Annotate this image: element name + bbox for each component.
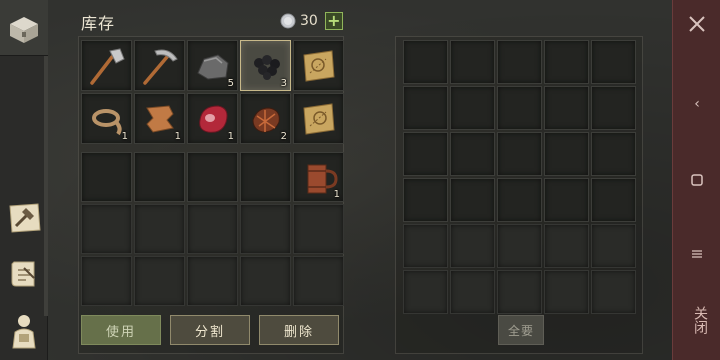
container-slot[interactable] [591,40,636,84]
inventory-slot[interactable] [81,40,132,91]
inventory-slot-empty[interactable] [293,204,344,254]
home-square-icon[interactable] [689,172,705,188]
inventory-slot[interactable]: 1 [293,152,344,202]
container-slot[interactable] [450,132,495,176]
inventory-slot[interactable]: 1 [81,93,132,144]
close-label[interactable]: 关闭 [685,306,709,334]
inventory-slot-empty[interactable] [134,152,185,202]
inventory-slot[interactable] [293,40,344,91]
container-slot[interactable] [450,40,495,84]
container-slot[interactable] [497,40,542,84]
container-slot[interactable] [544,178,589,222]
close-icon[interactable] [687,14,707,34]
container-slot[interactable] [403,270,448,314]
container-slot[interactable] [497,178,542,222]
item-count: 3 [280,78,287,89]
inventory-slot-empty[interactable] [81,204,132,254]
quest-scroll-icon[interactable] [4,254,44,294]
inventory-slot[interactable]: 1 [187,93,238,144]
container-slot[interactable] [591,224,636,268]
menu-icon[interactable] [689,246,705,262]
left-rail [0,0,48,360]
container-slot[interactable] [544,40,589,84]
tab-inventory[interactable] [0,0,48,56]
container-slot[interactable] [591,178,636,222]
crafting-map-icon[interactable] [4,198,44,238]
inventory-grid: 5 3 1 1 1 2 [81,40,344,144]
inventory-slot-empty[interactable] [240,152,291,202]
item-count: 1 [121,131,128,142]
container-slot[interactable] [403,224,448,268]
container-grid [403,40,636,314]
inventory-slot-empty[interactable] [134,256,185,306]
container-slot[interactable] [403,86,448,130]
take-all-button[interactable]: 全要 [498,315,544,345]
item-count: 2 [280,131,287,142]
container-slot[interactable] [497,224,542,268]
container-slot[interactable] [450,224,495,268]
container-slot[interactable] [591,132,636,176]
treasure-map-icon [303,50,335,82]
inventory-slot-empty[interactable] [187,204,238,254]
inventory-slot-empty[interactable] [293,256,344,306]
inventory-slot-empty[interactable] [81,256,132,306]
add-currency-button[interactable]: + [324,12,343,30]
container-slot[interactable] [544,224,589,268]
delete-button[interactable]: 删除 [259,315,339,345]
inventory-slot-empty[interactable] [240,256,291,306]
container-slot[interactable] [544,86,589,130]
rail-divider [44,56,48,316]
container-slot[interactable] [450,86,495,130]
container-slot[interactable] [591,86,636,130]
currency-display: 30 + [280,11,343,31]
container-slot[interactable] [403,40,448,84]
inventory-slot-empty[interactable] [240,204,291,254]
split-button[interactable]: 分割 [170,315,250,345]
pickaxe-icon [143,49,178,85]
inventory-slot[interactable]: 5 [187,40,238,91]
container-slot[interactable] [403,132,448,176]
item-count: 5 [227,78,234,89]
container-slot[interactable] [450,270,495,314]
item-count: 1 [174,131,181,142]
container-slot[interactable] [450,178,495,222]
inventory-slot-empty[interactable] [81,152,132,202]
currency-amount: 30 [300,13,318,29]
inventory-slot-empty[interactable] [134,204,185,254]
item-count: 1 [227,131,234,142]
treasure-map-icon [303,103,335,135]
container-slot[interactable] [544,270,589,314]
container-slot[interactable] [497,86,542,130]
back-chevron-icon[interactable]: ‹ [689,96,705,112]
close-bar[interactable]: ‹ 关闭 [672,0,720,360]
secondary-inventory-grid: 1 [81,152,344,306]
use-button[interactable]: 使用 [81,315,161,345]
backpack-character-icon[interactable] [4,310,44,350]
container-slot[interactable] [591,270,636,314]
hammer-icon [90,48,125,85]
silver-coin-icon [280,13,296,29]
inventory-slot-empty[interactable] [187,152,238,202]
inventory-slot-empty[interactable] [187,256,238,306]
container-slot[interactable] [403,178,448,222]
chest-icon [10,17,38,43]
inventory-slot[interactable]: 2 [240,93,291,144]
inventory-slot[interactable] [134,40,185,91]
inventory-slot-selected[interactable]: 3 [240,40,291,91]
inventory-slot[interactable]: 1 [134,93,185,144]
inventory-slot[interactable] [293,93,344,144]
item-count: 1 [333,189,340,200]
container-slot[interactable] [544,132,589,176]
container-slot[interactable] [497,270,542,314]
page-title: 库存 [81,14,116,33]
container-slot[interactable] [497,132,542,176]
